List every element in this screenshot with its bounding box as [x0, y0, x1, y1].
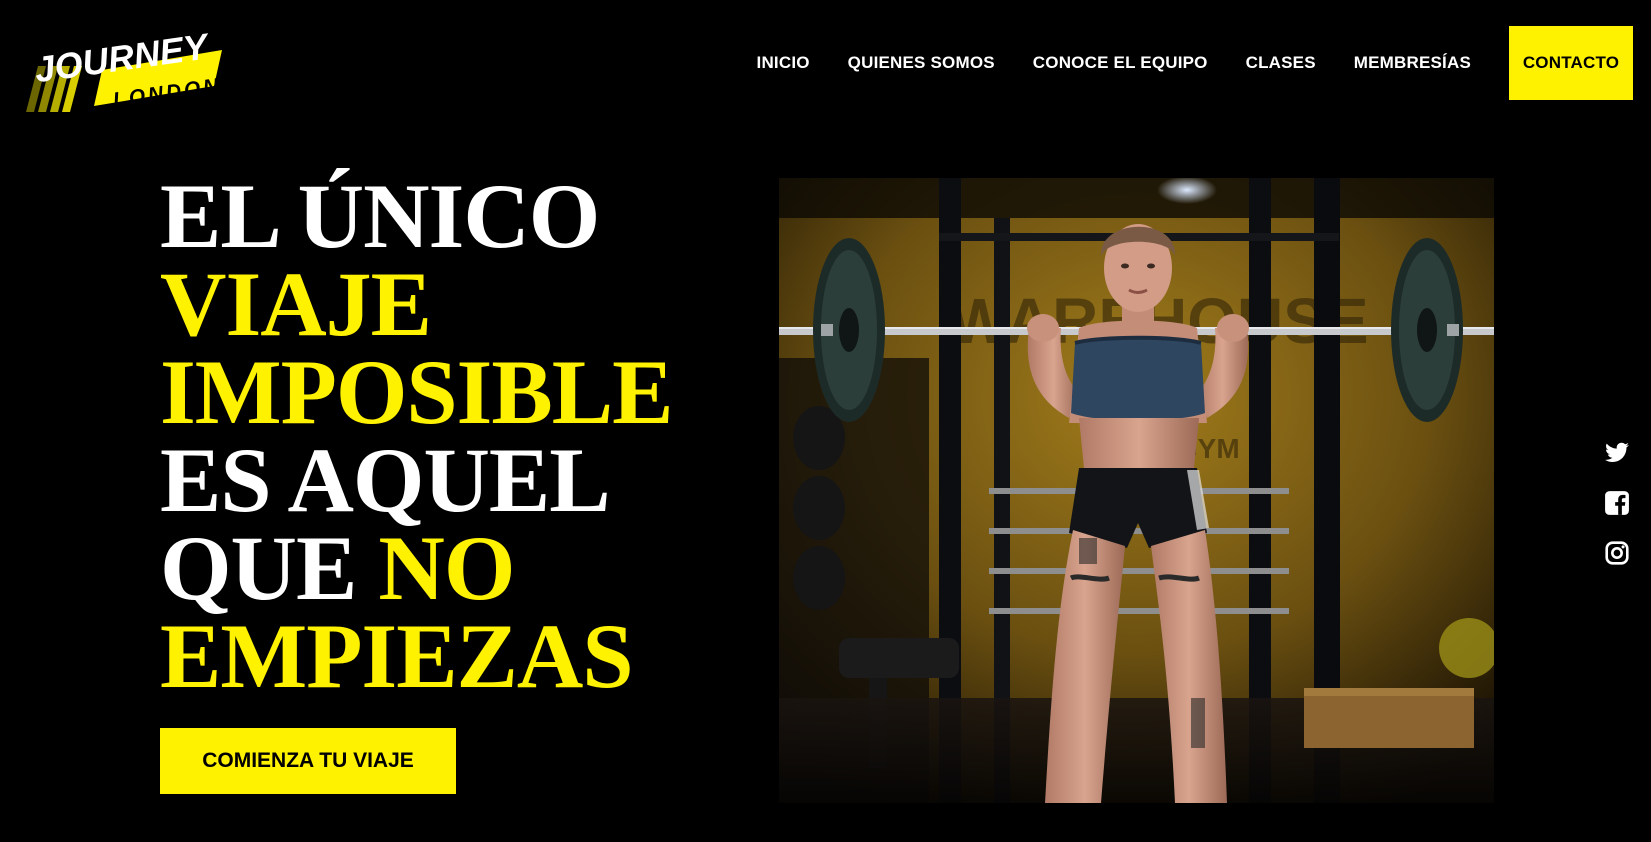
hero-line-5-white: QUE [160, 517, 357, 619]
contact-button[interactable]: CONTACTO [1509, 26, 1633, 100]
hero-line-3: IMPOSIBLE [160, 341, 673, 443]
hero-line-5-yellow: NO [378, 517, 515, 619]
instagram-icon[interactable] [1604, 540, 1630, 566]
journey-london-logo[interactable]: JOURNEY LONDON [24, 8, 224, 112]
main-nav: INICIO QUIENES SOMOS CONOCE EL EQUIPO CL… [719, 26, 1633, 100]
social-links [1604, 440, 1630, 590]
hero-line-5: QUE NO [160, 522, 720, 614]
hero-line-6: EMPIEZAS [160, 605, 634, 707]
hero-headline: EL ÚNICO VIAJE IMPOSIBLE ES AQUEL QUE NO… [160, 165, 720, 707]
hero-line-1: EL ÚNICO [160, 165, 600, 267]
nav-item-conoce-el-equipo[interactable]: CONOCE EL EQUIPO [1033, 53, 1208, 73]
logo-graphic: JOURNEY LONDON [26, 25, 223, 112]
facebook-icon[interactable] [1604, 490, 1630, 516]
hero-photo: WAREHOUSE NOT GYM [779, 178, 1494, 803]
gym-woman-barbell-photo: WAREHOUSE NOT GYM [779, 178, 1494, 803]
start-journey-button[interactable]: COMIENZA TU VIAJE [160, 728, 456, 794]
nav-item-inicio[interactable]: INICIO [757, 53, 810, 73]
nav-item-clases[interactable]: CLASES [1246, 53, 1316, 73]
twitter-icon[interactable] [1604, 440, 1630, 466]
hero-line-4: ES AQUEL [160, 429, 611, 531]
nav-item-membresias[interactable]: MEMBRESÍAS [1354, 53, 1471, 73]
nav-item-quienes-somos[interactable]: QUIENES SOMOS [848, 53, 995, 73]
hero-line-2: VIAJE [160, 253, 432, 355]
